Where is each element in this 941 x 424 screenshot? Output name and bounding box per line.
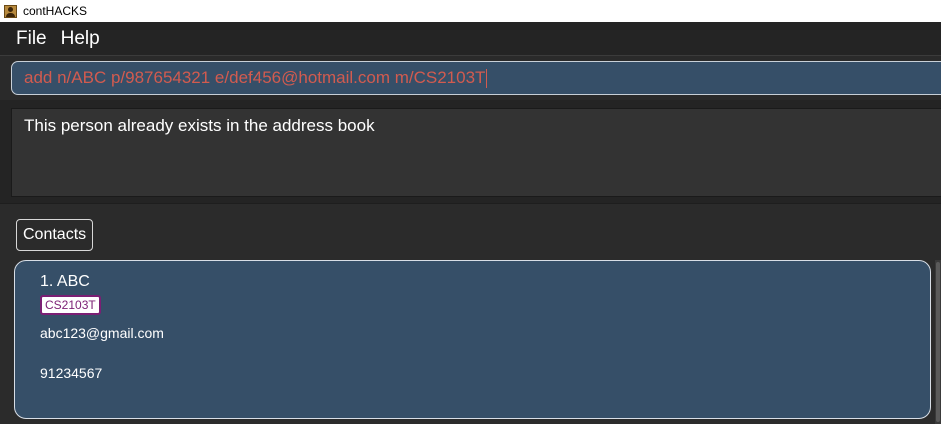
person-name: 1. ABC [40, 273, 90, 290]
title-bar: contHACKS [0, 0, 941, 22]
result-message: This person already exists in the addres… [24, 116, 375, 135]
app-window: contHACKS File Help add n/ABC p/98765432… [0, 0, 941, 424]
contacts-button[interactable]: Contacts [16, 219, 94, 251]
menu-help[interactable]: Help [61, 28, 100, 50]
scrollbar-thumb[interactable] [936, 262, 940, 422]
result-display-panel: This person already exists in the addres… [0, 101, 941, 202]
person-phone: 91234567 [40, 365, 103, 381]
command-text: add n/ABC p/987654321 e/def456@hotmail.c… [24, 68, 486, 87]
person-card[interactable]: 1. ABC CS2103T abc123@gmail.com 91234567 [14, 260, 931, 419]
app-icon [4, 4, 17, 18]
menu-bar: File Help [0, 22, 941, 56]
text-caret [486, 69, 488, 89]
result-display: This person already exists in the addres… [11, 108, 941, 197]
module-tag: CS2103T [40, 295, 101, 315]
command-box-panel: add n/ABC p/987654321 e/def456@hotmail.c… [0, 56, 941, 100]
person-email: abc123@gmail.com [40, 325, 164, 341]
list-scrollbar[interactable] [935, 260, 941, 424]
person-list-panel: Contacts 1. ABC CS2103T abc123@gmail.com… [0, 203, 941, 424]
menu-file[interactable]: File [16, 28, 47, 50]
command-input[interactable]: add n/ABC p/987654321 e/def456@hotmail.c… [11, 61, 941, 95]
window-title: contHACKS [23, 4, 88, 18]
